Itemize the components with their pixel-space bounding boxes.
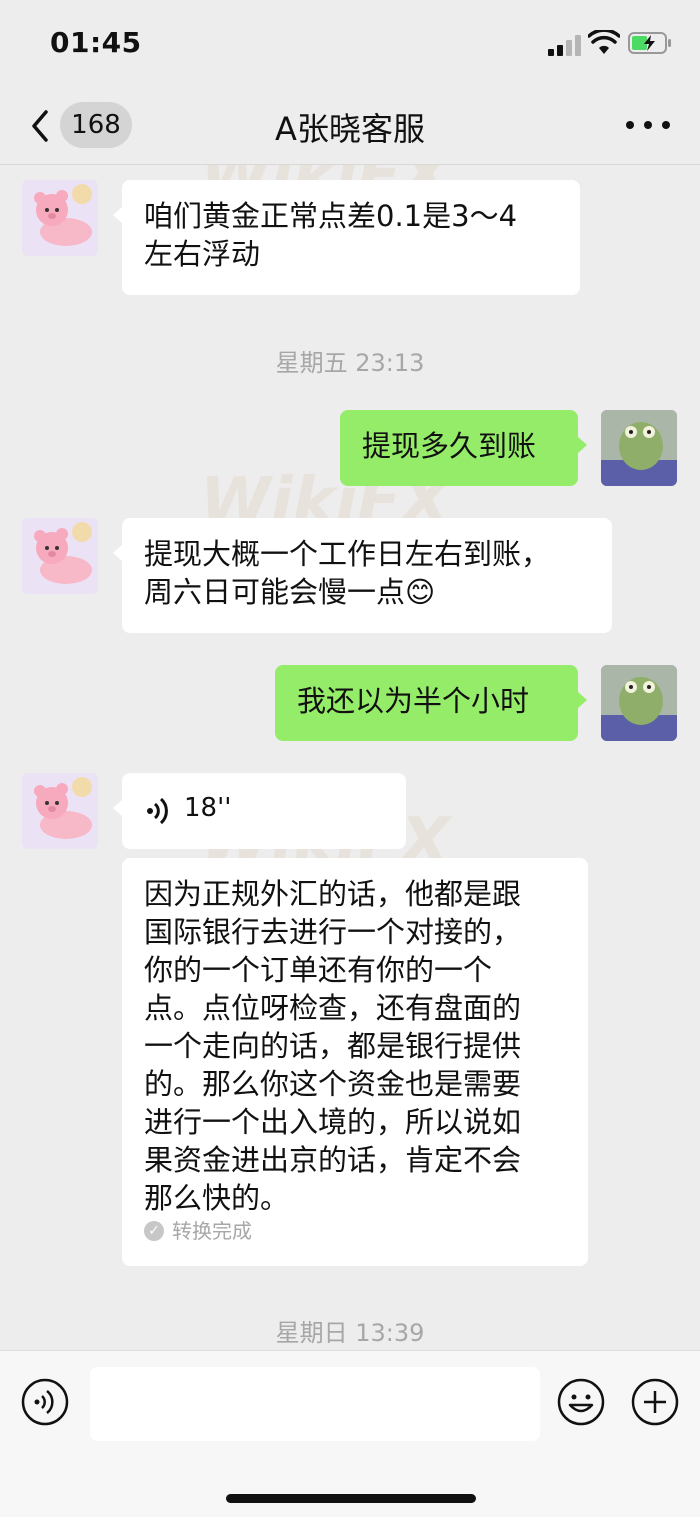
message-text: 咱们黄金正常点差0.1是3～4: [144, 199, 518, 233]
bear-avatar-icon: [34, 184, 92, 246]
voice-input-icon[interactable]: [20, 1377, 70, 1427]
battery-icon: [628, 32, 671, 54]
frog-avatar-icon: [601, 410, 677, 486]
message-bubble-outgoing[interactable]: 我还以为半个小时: [275, 665, 587, 741]
message-text: 我还以为半个小时: [297, 684, 530, 718]
bear-avatar-icon: [34, 777, 92, 839]
frog-avatar-icon: [601, 665, 677, 741]
input-bar: [0, 1350, 700, 1517]
timestamp: 星期日 13:39: [275, 1319, 425, 1347]
message-text: 左右浮动: [144, 237, 261, 271]
signal-icon: [548, 34, 582, 56]
message-text: 提现多久到账: [362, 429, 537, 463]
transcript-line: 点。点位呀检查，还有盘面的: [144, 991, 522, 1025]
message-bubble-incoming[interactable]: 提现大概一个工作日左右到账， 周六日可能会慢一点😊: [113, 518, 612, 633]
transcript-status-text: 转换完成: [172, 1219, 252, 1243]
avatar-user[interactable]: [601, 665, 677, 741]
transcript-line: 进行一个出入境的，所以说如: [144, 1105, 522, 1139]
avatar-agent[interactable]: [22, 518, 98, 594]
transcript-line: 一个走向的话，都是银行提供: [144, 1029, 522, 1063]
transcript-line: 因为正规外汇的话，他都是跟: [144, 877, 522, 911]
timestamp: 星期五 23:13: [275, 349, 425, 377]
status-time: 01:45: [50, 26, 142, 59]
message-bubble-incoming[interactable]: 咱们黄金正常点差0.1是3～4 左右浮动: [113, 180, 580, 295]
bear-avatar-icon: [34, 522, 92, 584]
more-icon[interactable]: [626, 108, 670, 142]
plus-icon[interactable]: [630, 1377, 680, 1427]
message-input[interactable]: [90, 1367, 540, 1441]
avatar-agent[interactable]: [22, 180, 98, 256]
check-icon: ✓: [144, 1221, 164, 1241]
message-text: 提现大概一个工作日左右到账，: [144, 537, 551, 571]
avatar-user[interactable]: [601, 410, 677, 486]
emoji-icon[interactable]: [556, 1377, 606, 1427]
avatar-agent[interactable]: [22, 773, 98, 849]
message-list[interactable]: WikiFX WikiFX WikiFX WikiFX 咱们黄金正常点差0.1是…: [0, 165, 700, 1350]
message-bubble-outgoing[interactable]: 提现多久到账: [340, 410, 587, 486]
chat-header: 168 A张晓客服: [0, 88, 700, 165]
status-bar: 01:45: [0, 0, 700, 88]
transcript-line: 你的一个订单还有你的一个: [144, 953, 493, 987]
transcript-line: 的。那么你这个资金也是需要: [144, 1067, 522, 1101]
voice-transcript[interactable]: 因为正规外汇的话，他都是跟 国际银行去进行一个对接的， 你的一个订单还有你的一个…: [122, 858, 588, 1266]
voice-duration: 18'': [184, 793, 232, 823]
transcript-line: 果资金进出京的话，肯定不会: [144, 1143, 522, 1177]
home-indicator[interactable]: [226, 1494, 476, 1503]
transcript-line: 国际银行去进行一个对接的，: [144, 915, 522, 949]
wifi-icon: [588, 30, 620, 54]
message-text: 周六日可能会慢一点😊: [144, 575, 436, 609]
chat-title: A张晓客服: [275, 110, 425, 148]
voice-message[interactable]: 18'': [113, 773, 406, 849]
transcript-status: ✓ 转换完成: [144, 1212, 252, 1250]
voice-wave-icon: [147, 797, 168, 825]
